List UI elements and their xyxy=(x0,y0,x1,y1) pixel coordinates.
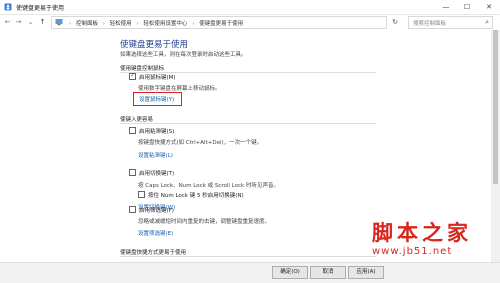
mouse-keys-label[interactable]: 启用鼠标键(M) xyxy=(139,73,176,81)
breadcrumb-item[interactable]: 轻松使用设置中心 xyxy=(143,21,187,27)
page-subtitle: 如果选择这些工具，则在每次登录时启动这些工具。 xyxy=(120,52,247,58)
sticky-keys-label[interactable]: 启用粘滞键(S) xyxy=(139,127,174,135)
forward-button[interactable]: → xyxy=(14,17,23,27)
scrollbar-thumb[interactable] xyxy=(493,30,498,184)
watermark-title: 脚本之家 xyxy=(372,220,472,245)
highlight-box xyxy=(133,92,182,106)
sticky-keys-description: 按键盘快捷方式(如 Ctrl+Alt+Del)，一次一个键。 xyxy=(138,140,263,146)
filter-keys-checkbox[interactable] xyxy=(129,206,136,213)
breadcrumb-item[interactable]: 轻松使用 xyxy=(110,21,132,27)
search-icon[interactable]: ⌕ xyxy=(485,18,489,27)
refresh-icon[interactable]: ↻ xyxy=(390,17,400,27)
toggle-keys-checkbox[interactable] xyxy=(129,169,136,176)
search-input[interactable]: 搜索控制面板 ⌕ xyxy=(408,16,493,29)
sticky-keys-checkbox[interactable] xyxy=(129,127,136,134)
vertical-scrollbar[interactable] xyxy=(491,30,500,262)
watermark-url: www.jb51.net xyxy=(372,246,453,257)
search-placeholder: 搜索控制面板 xyxy=(413,21,447,27)
num-lock-toggle-label[interactable]: 按住 Num Lock 键 5 秒启用切换键(N) xyxy=(148,191,244,199)
button-bar: 确定(O) 取消 应用(A) xyxy=(0,262,500,283)
mouse-keys-description: 使用数字键盘在屏幕上移动鼠标。 xyxy=(138,86,221,92)
back-button[interactable]: ← xyxy=(3,17,12,27)
control-panel-icon xyxy=(55,19,63,26)
breadcrumb-item[interactable]: 控制面板 xyxy=(76,21,98,27)
app-icon xyxy=(4,3,12,11)
filter-keys-label[interactable]: 启用筛选键(F) xyxy=(139,206,174,214)
page-title: 使键盘更易于使用 xyxy=(120,40,189,50)
filter-keys-description: 忽略或减缓短时间内重复的击键，调整键盘重复速度。 xyxy=(138,219,271,225)
recent-dropdown[interactable]: ⌄ xyxy=(26,17,35,27)
up-button[interactable]: ↑ xyxy=(38,17,47,27)
section-heading-typing: 使键入更容易 xyxy=(120,117,154,123)
mouse-keys-checkbox[interactable]: ✓ xyxy=(129,73,136,80)
section-heading-mouse: 使用键盘控制鼠标 xyxy=(120,66,165,72)
cancel-button[interactable]: 取消 xyxy=(310,266,346,279)
breadcrumb-item[interactable]: 使键盘更易于使用 xyxy=(199,21,243,27)
ok-button[interactable]: 确定(O) xyxy=(272,266,308,279)
set-up-sticky-keys-link[interactable]: 设置粘滞键(L) xyxy=(138,151,173,159)
window-title: 使键盘更易于使用 xyxy=(16,5,65,12)
minimize-button[interactable]: — xyxy=(437,0,455,14)
toggle-keys-description: 按 Caps Lock、Num Lock 或 Scroll Lock 时听见声音… xyxy=(138,183,279,189)
divider xyxy=(120,123,376,124)
section-heading-shortcuts: 使键盘快捷方式更易于使用 xyxy=(120,250,187,256)
title-bar: 使键盘更易于使用 — ☐ ✕ xyxy=(0,0,500,15)
num-lock-toggle-checkbox[interactable] xyxy=(138,191,145,198)
close-button[interactable]: ✕ xyxy=(480,0,498,14)
address-bar: ← → ⌄ ↑ › 控制面板 › 轻松使用 › 轻松使用设置中心 › 使键盘更易… xyxy=(0,15,500,29)
apply-button[interactable]: 应用(A) xyxy=(348,266,384,279)
breadcrumb[interactable]: › 控制面板 › 轻松使用 › 轻松使用设置中心 › 使键盘更易于使用 xyxy=(51,16,387,29)
divider xyxy=(120,256,376,257)
set-up-filter-keys-link[interactable]: 设置筛选键(E) xyxy=(138,229,173,237)
toggle-keys-label[interactable]: 启用切换键(T) xyxy=(139,169,174,177)
site-watermark: 脚本之家 www.jb51.net xyxy=(372,217,490,257)
maximize-button[interactable]: ☐ xyxy=(458,0,476,14)
